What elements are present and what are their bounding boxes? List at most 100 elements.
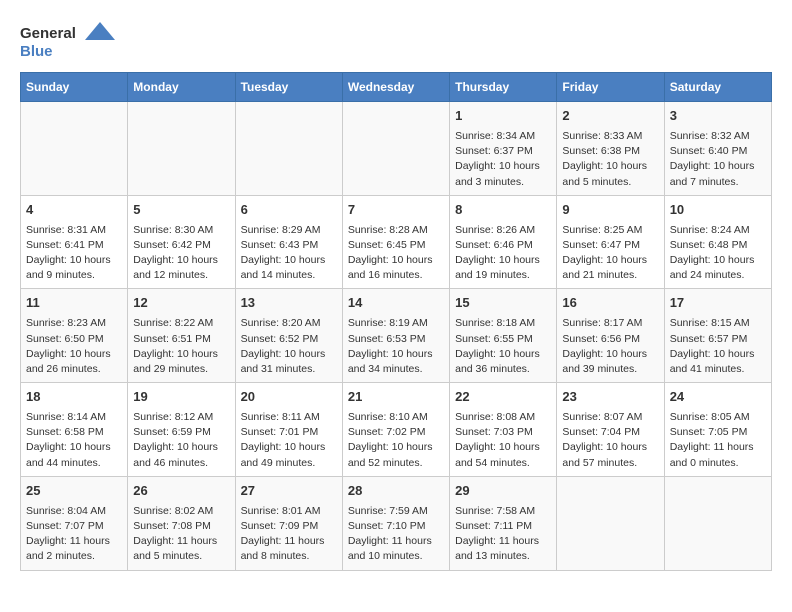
- day-content: Sunset: 6:58 PM: [26, 425, 122, 440]
- day-content: Sunset: 7:01 PM: [241, 425, 337, 440]
- calendar-cell: 13Sunrise: 8:20 AMSunset: 6:52 PMDayligh…: [235, 289, 342, 383]
- day-content: Daylight: 10 hours: [455, 159, 551, 174]
- day-content: Sunrise: 8:17 AM: [562, 316, 658, 331]
- day-content: Sunset: 7:10 PM: [348, 519, 444, 534]
- day-content: Sunset: 7:03 PM: [455, 425, 551, 440]
- calendar-cell: 29Sunrise: 7:58 AMSunset: 7:11 PMDayligh…: [450, 476, 557, 570]
- day-content: Sunrise: 8:10 AM: [348, 410, 444, 425]
- calendar-cell: 20Sunrise: 8:11 AMSunset: 7:01 PMDayligh…: [235, 383, 342, 477]
- day-content: Sunrise: 8:04 AM: [26, 504, 122, 519]
- day-content: Sunset: 6:59 PM: [133, 425, 229, 440]
- calendar-cell: 24Sunrise: 8:05 AMSunset: 7:05 PMDayligh…: [664, 383, 771, 477]
- calendar-cell: 3Sunrise: 8:32 AMSunset: 6:40 PMDaylight…: [664, 102, 771, 196]
- day-content: Sunrise: 8:24 AM: [670, 223, 766, 238]
- day-content: Sunset: 6:42 PM: [133, 238, 229, 253]
- calendar-cell: 2Sunrise: 8:33 AMSunset: 6:38 PMDaylight…: [557, 102, 664, 196]
- calendar-cell: 9Sunrise: 8:25 AMSunset: 6:47 PMDaylight…: [557, 195, 664, 289]
- day-content: and 16 minutes.: [348, 268, 444, 283]
- calendar-cell: 23Sunrise: 8:07 AMSunset: 7:04 PMDayligh…: [557, 383, 664, 477]
- day-content: and 19 minutes.: [455, 268, 551, 283]
- day-number: 23: [562, 388, 658, 407]
- day-content: Sunset: 7:02 PM: [348, 425, 444, 440]
- day-content: Sunrise: 8:07 AM: [562, 410, 658, 425]
- generalblue-logo-icon: General Blue: [20, 20, 120, 62]
- calendar-cell: [557, 476, 664, 570]
- day-of-week-header: Monday: [128, 73, 235, 102]
- day-content: Daylight: 10 hours: [133, 253, 229, 268]
- day-content: Sunrise: 8:19 AM: [348, 316, 444, 331]
- calendar-cell: 5Sunrise: 8:30 AMSunset: 6:42 PMDaylight…: [128, 195, 235, 289]
- day-content: Daylight: 10 hours: [26, 440, 122, 455]
- day-number: 21: [348, 388, 444, 407]
- day-content: Sunrise: 8:08 AM: [455, 410, 551, 425]
- day-number: 25: [26, 482, 122, 501]
- day-content: Sunrise: 7:59 AM: [348, 504, 444, 519]
- day-content: Sunset: 6:50 PM: [26, 332, 122, 347]
- day-content: Daylight: 10 hours: [26, 347, 122, 362]
- day-content: Sunrise: 8:23 AM: [26, 316, 122, 331]
- day-number: 28: [348, 482, 444, 501]
- day-content: Sunrise: 8:29 AM: [241, 223, 337, 238]
- day-content: and 26 minutes.: [26, 362, 122, 377]
- day-content: Sunset: 6:45 PM: [348, 238, 444, 253]
- calendar-cell: 10Sunrise: 8:24 AMSunset: 6:48 PMDayligh…: [664, 195, 771, 289]
- calendar-cell: [235, 102, 342, 196]
- day-content: Sunrise: 8:11 AM: [241, 410, 337, 425]
- day-content: Sunset: 6:40 PM: [670, 144, 766, 159]
- calendar-cell: 15Sunrise: 8:18 AMSunset: 6:55 PMDayligh…: [450, 289, 557, 383]
- day-content: and 10 minutes.: [348, 549, 444, 564]
- day-content: Sunset: 7:09 PM: [241, 519, 337, 534]
- day-content: Sunrise: 8:32 AM: [670, 129, 766, 144]
- day-content: and 7 minutes.: [670, 175, 766, 190]
- day-content: and 34 minutes.: [348, 362, 444, 377]
- day-content: Daylight: 11 hours: [348, 534, 444, 549]
- day-number: 12: [133, 294, 229, 313]
- svg-text:Blue: Blue: [20, 43, 53, 60]
- calendar-week-row: 18Sunrise: 8:14 AMSunset: 6:58 PMDayligh…: [21, 383, 772, 477]
- day-content: Sunrise: 8:26 AM: [455, 223, 551, 238]
- page-header: General Blue: [20, 20, 772, 62]
- day-content: Daylight: 11 hours: [26, 534, 122, 549]
- calendar-cell: [21, 102, 128, 196]
- day-content: Sunset: 7:07 PM: [26, 519, 122, 534]
- day-content: Daylight: 10 hours: [241, 253, 337, 268]
- day-number: 5: [133, 201, 229, 220]
- day-content: Sunrise: 8:14 AM: [26, 410, 122, 425]
- day-content: Sunset: 6:48 PM: [670, 238, 766, 253]
- day-content: Sunrise: 8:15 AM: [670, 316, 766, 331]
- calendar-cell: 22Sunrise: 8:08 AMSunset: 7:03 PMDayligh…: [450, 383, 557, 477]
- day-content: Daylight: 10 hours: [348, 253, 444, 268]
- calendar-cell: [664, 476, 771, 570]
- day-content: and 44 minutes.: [26, 456, 122, 471]
- day-content: Daylight: 10 hours: [348, 440, 444, 455]
- day-content: Sunrise: 8:01 AM: [241, 504, 337, 519]
- day-content: Daylight: 10 hours: [670, 253, 766, 268]
- day-content: Daylight: 10 hours: [562, 253, 658, 268]
- day-content: Sunrise: 8:34 AM: [455, 129, 551, 144]
- day-content: and 9 minutes.: [26, 268, 122, 283]
- day-content: and 5 minutes.: [133, 549, 229, 564]
- day-content: Daylight: 10 hours: [455, 347, 551, 362]
- day-content: Sunset: 6:52 PM: [241, 332, 337, 347]
- day-content: Daylight: 10 hours: [133, 440, 229, 455]
- calendar-cell: [128, 102, 235, 196]
- day-content: and 36 minutes.: [455, 362, 551, 377]
- day-number: 19: [133, 388, 229, 407]
- day-content: Daylight: 10 hours: [562, 347, 658, 362]
- day-number: 26: [133, 482, 229, 501]
- calendar-cell: 17Sunrise: 8:15 AMSunset: 6:57 PMDayligh…: [664, 289, 771, 383]
- calendar-cell: 4Sunrise: 8:31 AMSunset: 6:41 PMDaylight…: [21, 195, 128, 289]
- day-content: and 3 minutes.: [455, 175, 551, 190]
- day-content: Sunrise: 7:58 AM: [455, 504, 551, 519]
- day-number: 29: [455, 482, 551, 501]
- calendar-cell: 12Sunrise: 8:22 AMSunset: 6:51 PMDayligh…: [128, 289, 235, 383]
- calendar-cell: 18Sunrise: 8:14 AMSunset: 6:58 PMDayligh…: [21, 383, 128, 477]
- day-content: Sunset: 6:53 PM: [348, 332, 444, 347]
- day-content: Daylight: 11 hours: [670, 440, 766, 455]
- day-content: and 39 minutes.: [562, 362, 658, 377]
- day-content: and 2 minutes.: [26, 549, 122, 564]
- day-content: Daylight: 10 hours: [241, 440, 337, 455]
- day-content: Sunset: 6:51 PM: [133, 332, 229, 347]
- day-content: Daylight: 10 hours: [133, 347, 229, 362]
- day-content: Sunrise: 8:25 AM: [562, 223, 658, 238]
